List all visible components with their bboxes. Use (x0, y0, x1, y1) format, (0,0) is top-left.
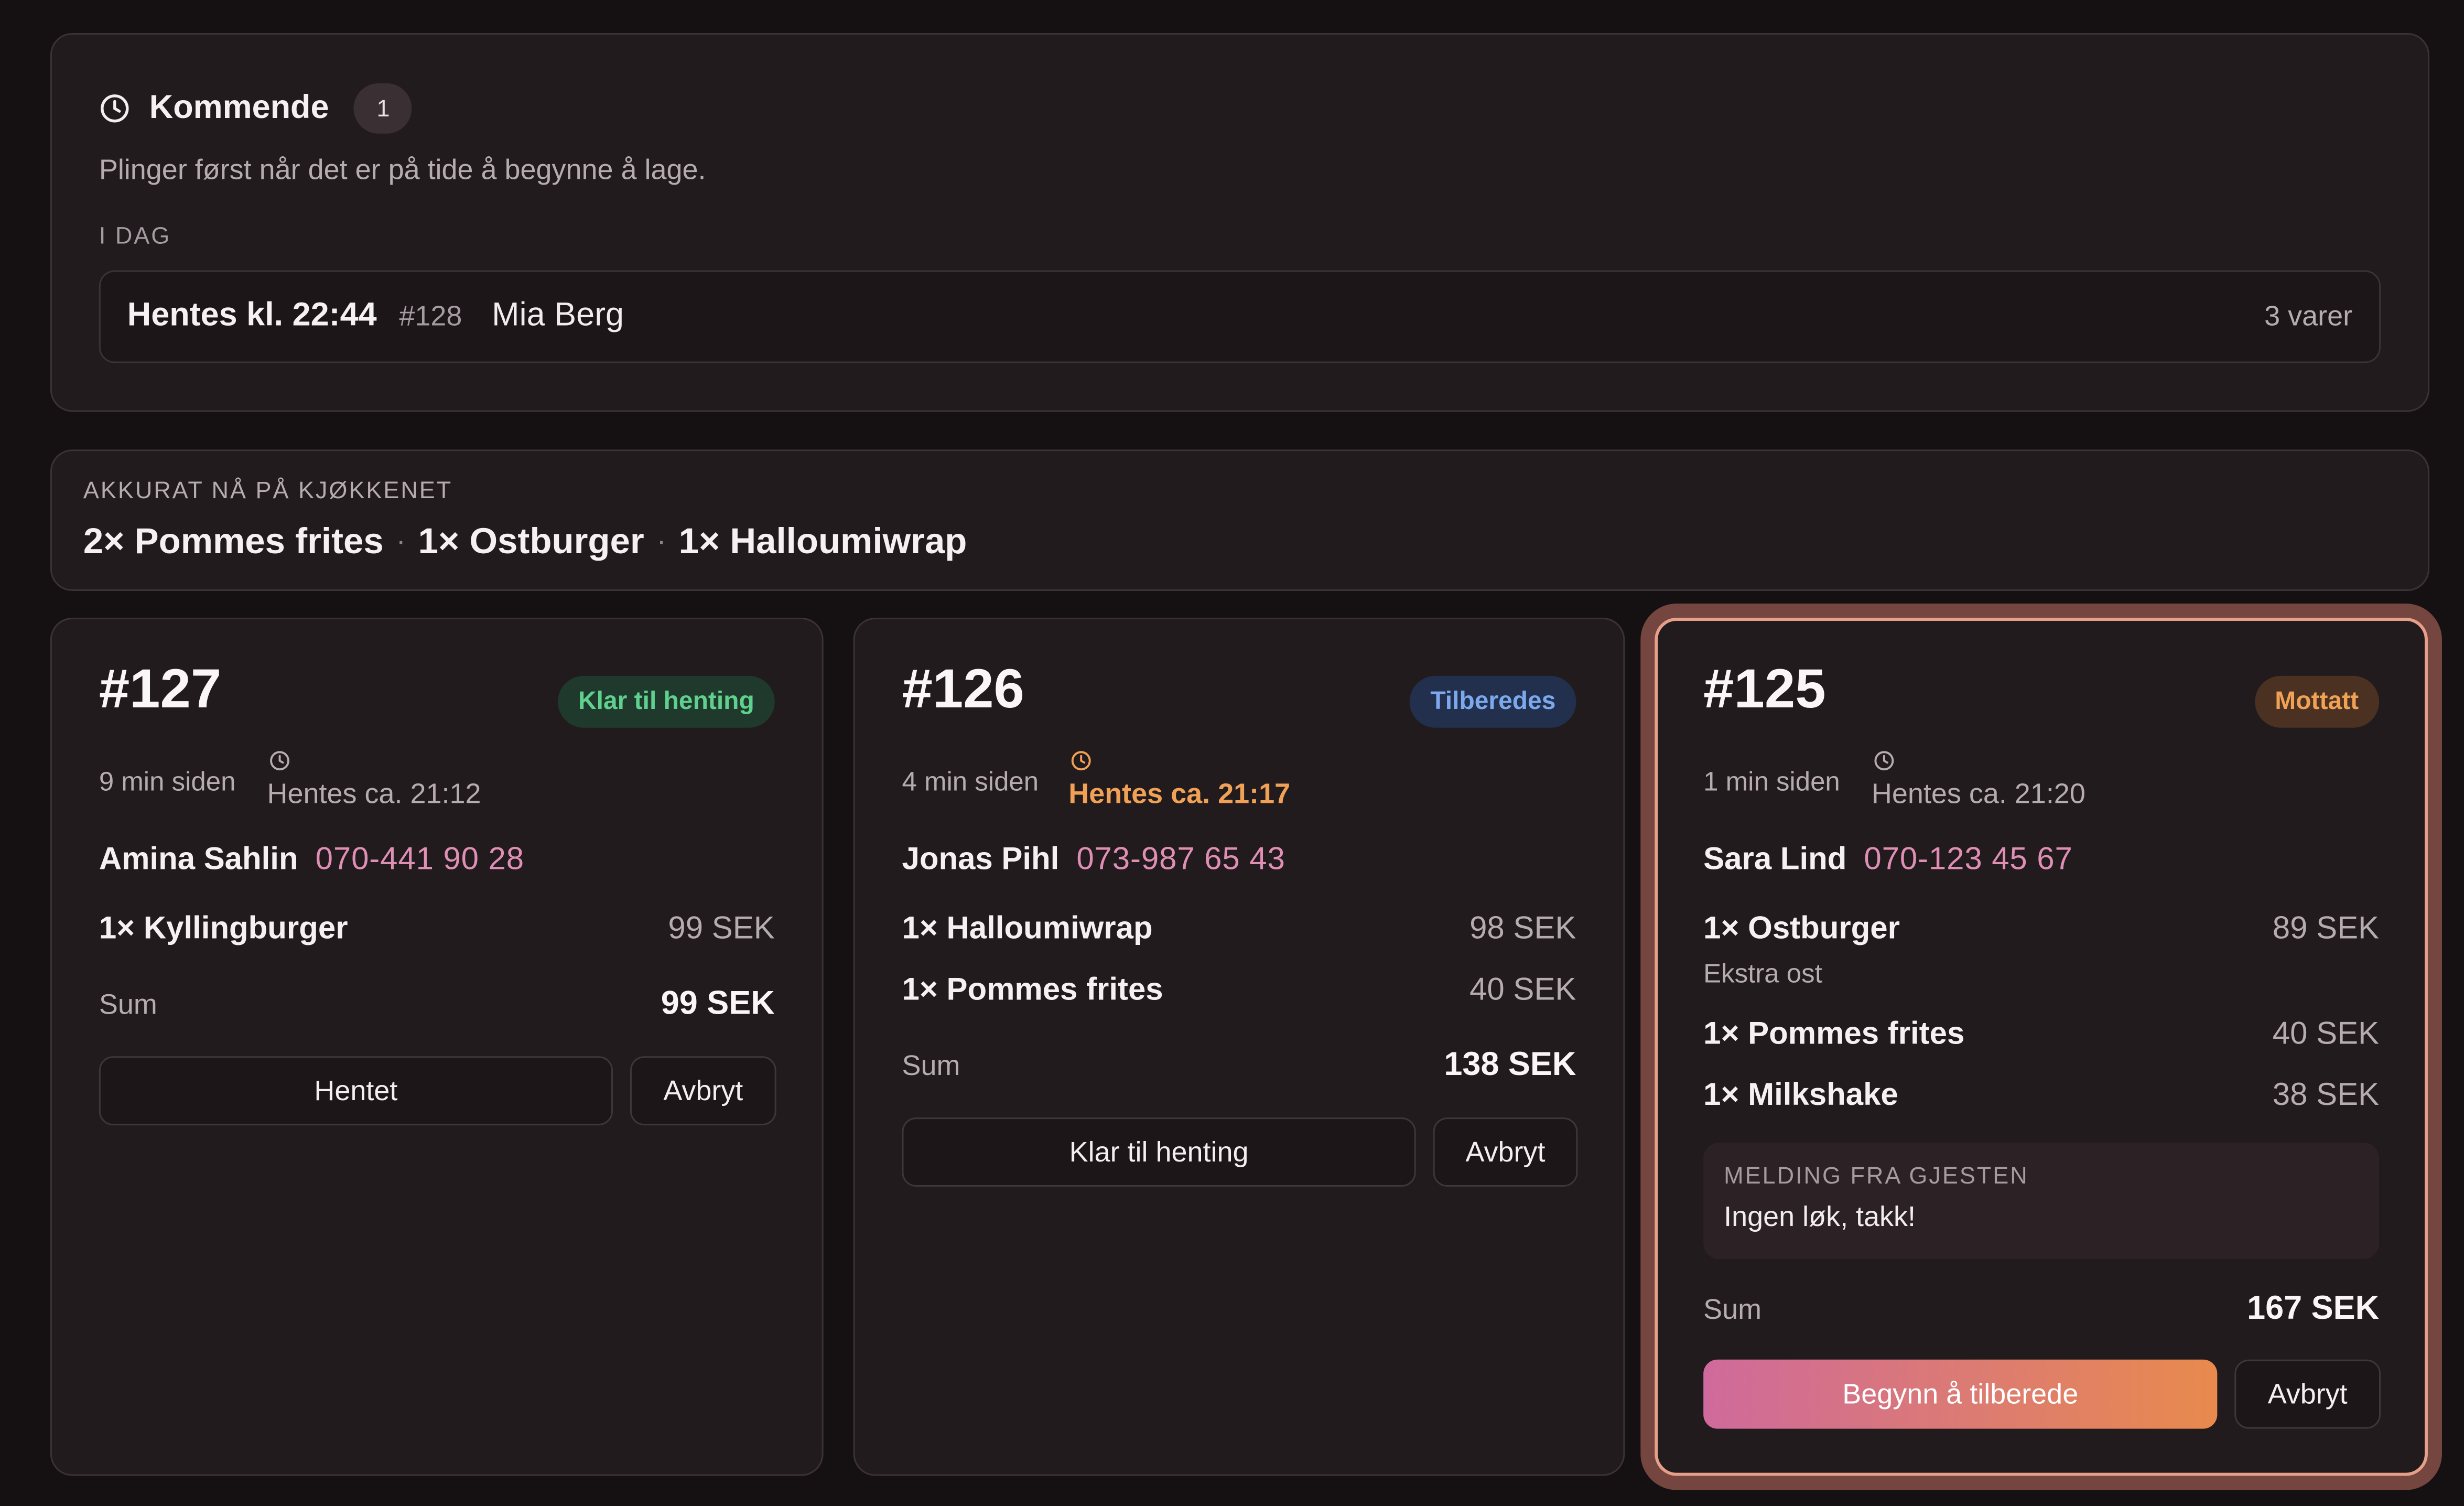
line-item-price: 40 SEK (1469, 973, 1576, 1008)
upcoming-title: Kommende (149, 89, 329, 126)
clock-icon (1071, 751, 1091, 771)
sum-label: Sum (1703, 1293, 1762, 1325)
pickup-time: Hentes ca. 21:17 (1068, 778, 1291, 810)
line-item: 1× Kyllingburger 99 SEK (99, 911, 775, 948)
upcoming-count-badge: 1 (354, 83, 413, 134)
upcoming-order-row[interactable]: Hentes kl. 22:44 #128 Mia Berg 3 varer (99, 270, 2381, 363)
line-item: 1× Halloumiwrap 98 SEK (902, 911, 1576, 948)
kitchen-item: 2× Pommes frites (83, 520, 384, 562)
line-item-price: 89 SEK (2272, 911, 2380, 946)
upcoming-header: Kommende 1 (99, 83, 413, 134)
clock-icon (1874, 751, 1894, 771)
pickup-time: Hentes ca. 21:12 (267, 778, 481, 810)
sum-row: Sum 167 SEK (1703, 1290, 2379, 1328)
order-number: #126 (902, 658, 1024, 720)
picked-up-button[interactable]: Hentet (99, 1056, 613, 1126)
line-item-name: 1× Milkshake (1703, 1078, 1898, 1113)
kitchen-now-items: 2× Pommes frites · 1× Ostburger · 1× Hal… (83, 520, 967, 563)
customer-phone[interactable]: 070-441 90 28 (316, 843, 524, 879)
sum-value: 167 SEK (2247, 1290, 2380, 1327)
upcoming-customer-name: Mia Berg (492, 297, 624, 334)
customer-line: Sara Lind 070-123 45 67 (1703, 843, 2073, 879)
line-item-name: 1× Ostburger (1703, 911, 1900, 946)
line-item: 1× Pommes frites 40 SEK (902, 973, 1576, 1009)
customer-name: Amina Sahlin (99, 842, 298, 877)
order-card: #126 Tilberedes 4 min siden Hentes ca. 2… (853, 617, 1625, 1476)
guest-message: MELDING FRA GJESTEN Ingen løk, takk! (1703, 1143, 2380, 1259)
guest-message-text: Ingen løk, takk! (1724, 1201, 1916, 1232)
cancel-button[interactable]: Avbryt (2234, 1359, 2381, 1429)
customer-line: Jonas Pihl 073-987 65 43 (902, 843, 1285, 879)
clock-icon (270, 751, 289, 771)
sum-row: Sum 138 SEK (902, 1047, 1576, 1084)
cancel-button[interactable]: Avbryt (1433, 1117, 1578, 1187)
clock-icon (101, 94, 129, 123)
order-age: 1 min siden (1703, 767, 1840, 797)
start-preparing-button[interactable]: Begynn å tilberede (1703, 1359, 2218, 1429)
status-badge: Tilberedes (1410, 675, 1576, 728)
upcoming-item-count: 3 varer (2264, 300, 2353, 332)
line-item-price: 99 SEK (668, 911, 775, 946)
day-label: I DAG (99, 223, 171, 250)
kitchen-item: 1× Halloumiwrap (678, 520, 967, 562)
kitchen-item: 1× Ostburger (418, 520, 644, 562)
customer-name: Jonas Pihl (902, 842, 1060, 877)
line-item-price: 40 SEK (2272, 1017, 2380, 1052)
status-badge: Mottatt (2254, 675, 2380, 728)
customer-name: Sara Lind (1703, 842, 1847, 877)
kitchen-separator: · (396, 525, 406, 557)
order-number: #125 (1703, 658, 1826, 720)
cancel-button[interactable]: Avbryt (630, 1056, 776, 1126)
guest-message-label: MELDING FRA GJESTEN (1724, 1163, 2029, 1190)
line-item-name: 1× Pommes frites (902, 973, 1163, 1008)
line-item-name: 1× Kyllingburger (99, 911, 348, 946)
sum-row: Sum 99 SEK (99, 985, 775, 1023)
line-item: 1× Pommes frites 40 SEK (1703, 1017, 2379, 1053)
line-item-price: 38 SEK (2272, 1078, 2380, 1113)
pickup-time: Hentes ca. 21:20 (1871, 778, 2085, 810)
sum-value: 138 SEK (1444, 1047, 1576, 1083)
upcoming-pickup-time: Hentes kl. 22:44 (127, 297, 377, 334)
kitchen-separator: · (656, 525, 666, 557)
customer-phone[interactable]: 070-123 45 67 (1864, 843, 2072, 879)
upcoming-order-number: #128 (399, 300, 462, 332)
upcoming-subtitle: Plinger først når det er på tide å begyn… (99, 154, 706, 186)
order-card-highlighted: #125 Mottatt 1 min siden Hentes ca. 21:2… (1655, 617, 2428, 1476)
sum-label: Sum (99, 988, 157, 1020)
order-age: 9 min siden (99, 767, 236, 797)
status-badge: Klar til henting (558, 675, 775, 728)
order-number: #127 (99, 658, 222, 720)
customer-phone[interactable]: 073-987 65 43 (1076, 843, 1285, 879)
line-item: 1× Ostburger 89 SEK (1703, 911, 2379, 948)
order-age: 4 min siden (902, 767, 1039, 797)
kitchen-now-label: AKKURAT NÅ PÅ KJØKKENET (83, 478, 453, 505)
kitchen-now-panel: AKKURAT NÅ PÅ KJØKKENET 2× Pommes frites… (50, 449, 2429, 591)
line-item-price: 98 SEK (1469, 911, 1576, 946)
upcoming-panel: Kommende 1 Plinger først når det er på t… (50, 33, 2429, 412)
customer-line: Amina Sahlin 070-441 90 28 (99, 843, 524, 879)
sum-value: 99 SEK (661, 985, 775, 1022)
line-item-name: 1× Pommes frites (1703, 1017, 1965, 1052)
sum-label: Sum (902, 1050, 960, 1082)
line-item-modifier: Ekstra ost (1703, 959, 1822, 989)
order-card: #127 Klar til henting 9 min siden Hentes… (50, 617, 824, 1476)
line-item: 1× Milkshake 38 SEK (1703, 1078, 2379, 1114)
ready-for-pickup-button[interactable]: Klar til henting (902, 1117, 1416, 1187)
line-item-name: 1× Halloumiwrap (902, 911, 1153, 946)
